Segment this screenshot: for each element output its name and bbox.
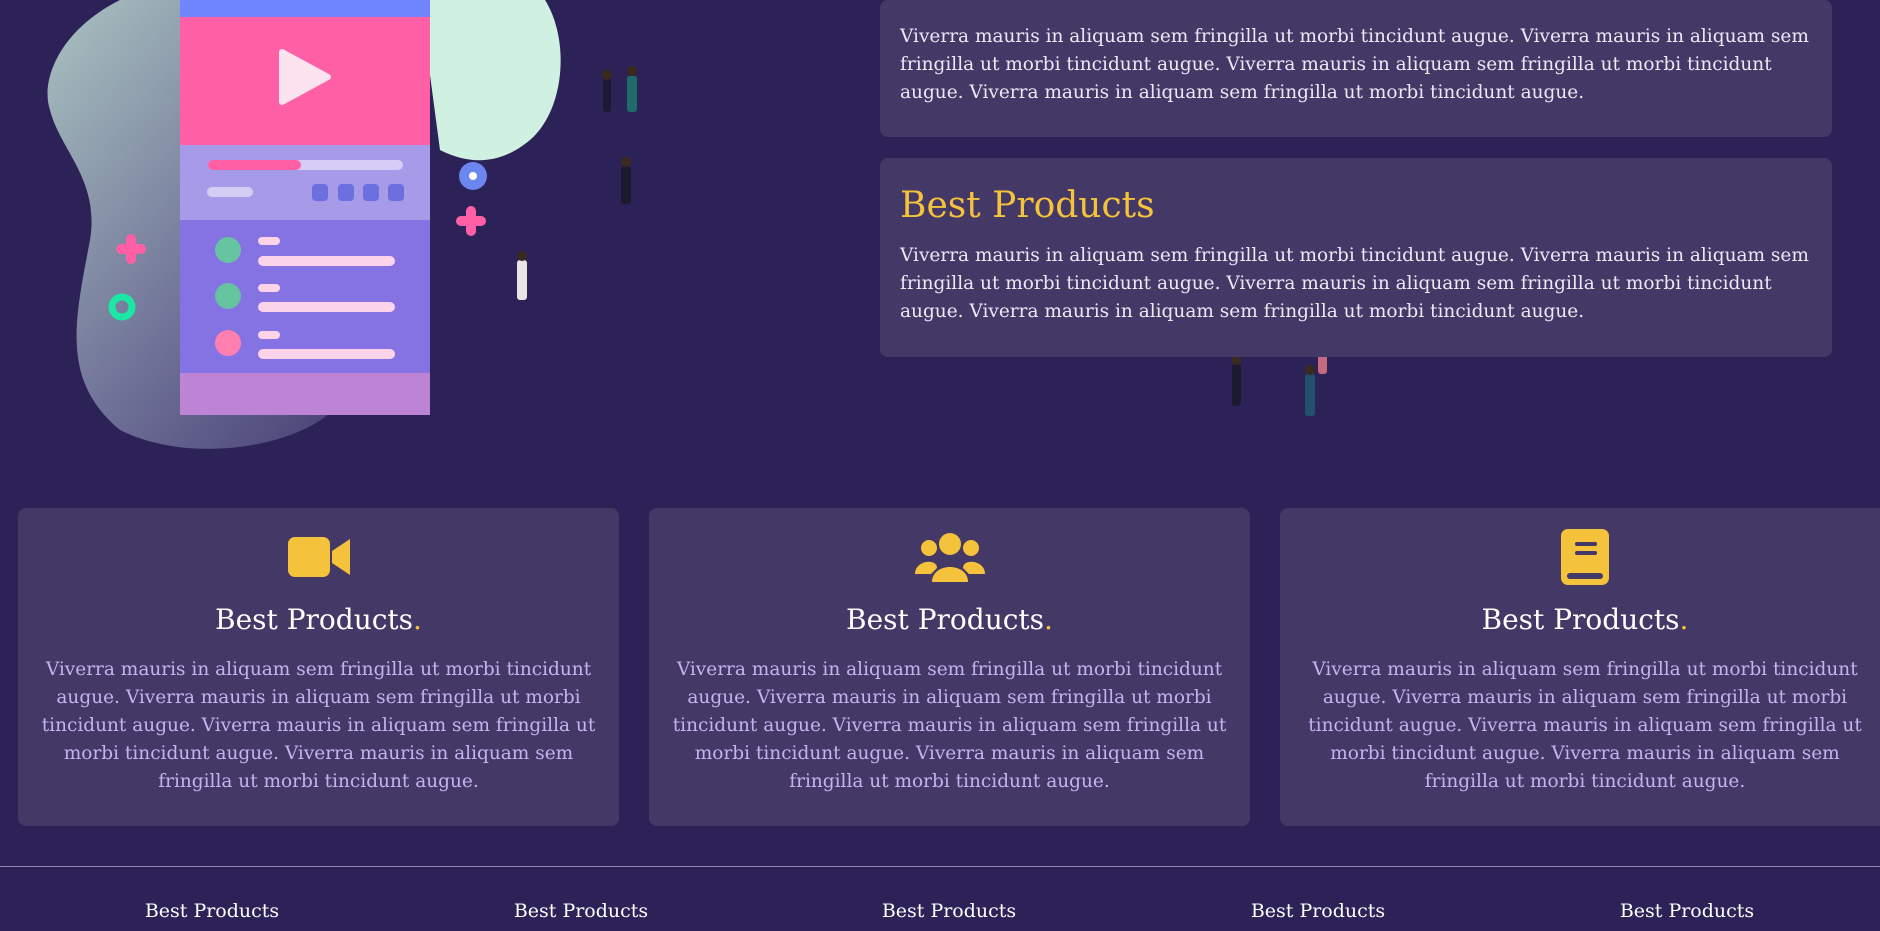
feature-card-text: Viverra mauris in aliquam sem fringilla …: [41, 659, 596, 792]
video-camera-icon: [36, 528, 601, 586]
title-accent-dot: .: [1679, 603, 1689, 636]
feature-card-title: Best Products.: [1481, 603, 1689, 636]
footer-link-1[interactable]: Best Products: [87, 898, 337, 924]
intro-text-card-body: Viverra mauris in aliquam sem fringilla …: [900, 26, 1809, 103]
mint-blob: [420, 0, 561, 161]
title-accent-dot: .: [1044, 603, 1053, 636]
feature-card-title: Best Products.: [846, 603, 1053, 636]
footer-link-2[interactable]: Best Products: [456, 898, 706, 924]
footer-divider: [0, 866, 1880, 867]
intro-text-card: Viverra mauris in aliquam sem fringilla …: [880, 0, 1832, 137]
best-products-card-title: Best Products: [900, 185, 1155, 226]
footer-link-3[interactable]: Best Products: [824, 898, 1074, 924]
best-products-card-body: Viverra mauris in aliquam sem fringilla …: [900, 245, 1809, 322]
feature-card-video: Best Products. Viverra mauris in aliquam…: [18, 508, 619, 826]
book-icon: [1298, 528, 1872, 586]
feature-card-title: Best Products.: [215, 603, 422, 636]
phone-top-bar: [180, 0, 430, 17]
title-accent-dot: .: [413, 603, 422, 636]
footer-link-4[interactable]: Best Products: [1193, 898, 1443, 924]
footer-link-5[interactable]: Best Products: [1562, 898, 1812, 924]
hero-illustration: [0, 0, 700, 470]
feature-card-text: Viverra mauris in aliquam sem fringilla …: [672, 659, 1227, 792]
feature-card-text: Viverra mauris in aliquam sem fringilla …: [1308, 659, 1862, 792]
player-controls: [180, 145, 430, 220]
feature-card-team: Best Products. Viverra mauris in aliquam…: [649, 508, 1250, 826]
phone-app-illustration: [47, 0, 561, 449]
best-products-text-card: Best Products Viverra mauris in aliquam …: [880, 158, 1832, 357]
progress-fill: [208, 160, 301, 170]
users-group-icon: [667, 528, 1232, 586]
feature-card-book: Best Products. Viverra mauris in aliquam…: [1280, 508, 1880, 826]
